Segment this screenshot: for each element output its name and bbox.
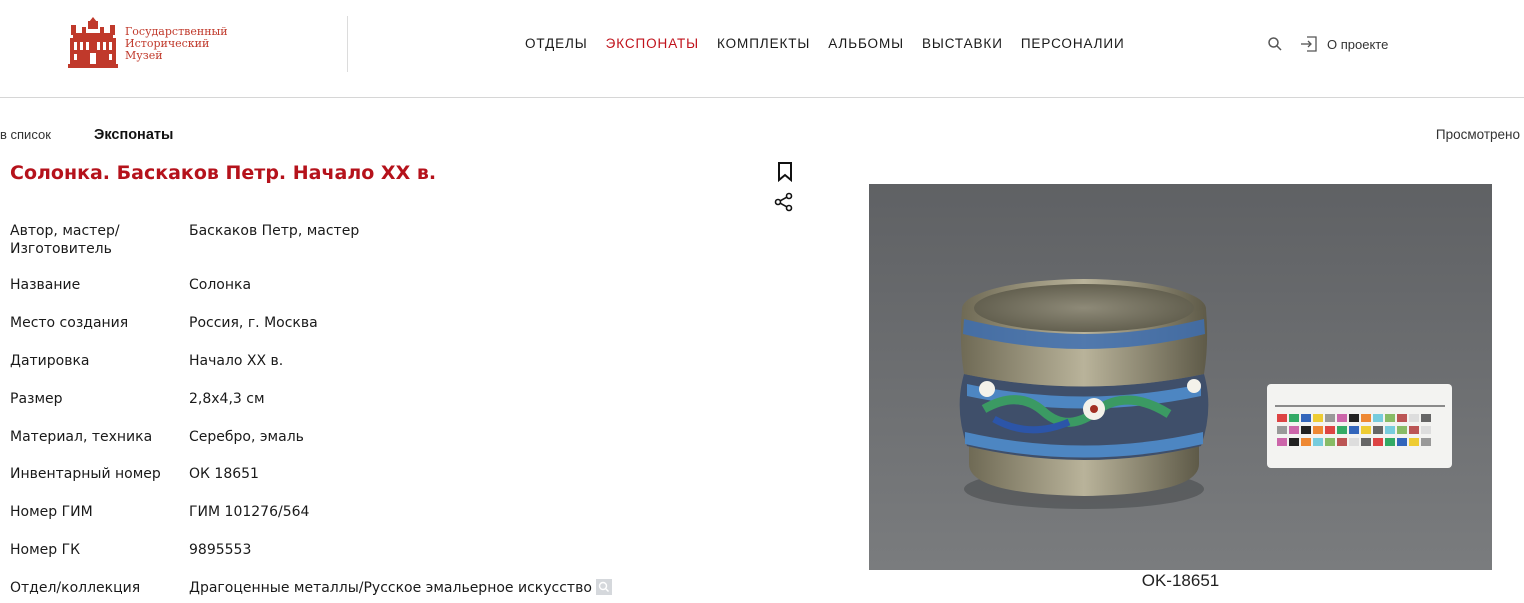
image-caption: OK-18651 — [1141, 571, 1220, 590]
property-value: ОК 18651 — [189, 466, 259, 482]
exhibit-photo[interactable] — [869, 184, 1492, 570]
property-value: Баскаков Петр, мастер — [189, 223, 360, 239]
property-value: Серебро, эмаль — [189, 429, 304, 445]
login-icon — [1301, 36, 1317, 52]
breadcrumb-current: Экспонаты — [94, 127, 174, 143]
property-value: Начало XX в. — [189, 353, 284, 369]
logo-line: Музей — [125, 49, 163, 62]
property-key: Датировка — [10, 353, 90, 369]
property-key: Название — [10, 277, 81, 293]
property-value: Россия, г. Москва — [189, 315, 318, 331]
nav-item-exhibits[interactable]: ЭКСПОНАТЫ — [606, 36, 699, 51]
property-key: Номер ГИМ — [10, 504, 93, 520]
property-key: Размер — [10, 391, 63, 407]
nav-item-exhibitions[interactable]: ВЫСТАВКИ — [922, 36, 1003, 51]
museum-building-icon — [68, 17, 118, 68]
back-to-list-link[interactable]: в список — [0, 127, 51, 142]
property-value: 9895553 — [189, 542, 252, 558]
property-key: Автор, мастер/ Изготовитель — [10, 223, 120, 257]
property-value: ГИМ 101276/564 — [189, 504, 310, 520]
property-key: Номер ГК — [10, 542, 81, 558]
nav-item-departments[interactable]: ОТДЕЛЫ — [525, 36, 588, 51]
property-key: Материал, техника — [10, 429, 153, 445]
property-key: Отдел/коллекция — [10, 580, 141, 596]
header-divider — [347, 16, 348, 72]
main-nav: ОТДЕЛЫ ЭКСПОНАТЫ КОМПЛЕКТЫ АЛЬБОМЫ ВЫСТА… — [525, 36, 1143, 51]
museum-logo[interactable]: Государственный Исторический Музей — [68, 16, 238, 72]
collection-link[interactable]: Драгоценные металлы/Русское эмальерное и… — [189, 580, 592, 596]
zoom-icon[interactable] — [595, 579, 612, 595]
search-icon[interactable] — [1267, 36, 1283, 52]
page-title: Солонка. Баскаков Петр. Начало XX в. — [10, 162, 437, 184]
property-value-collection: Драгоценные металлы/Русское эмальерное и… — [189, 579, 612, 597]
about-project-label: О проекте — [1327, 36, 1389, 52]
viewed-link[interactable]: Просмотрено — [1436, 127, 1520, 142]
nav-item-persons[interactable]: ПЕРСОНАЛИИ — [1021, 36, 1125, 51]
share-icon[interactable] — [774, 192, 794, 212]
salt-cellar-image — [869, 184, 1492, 570]
property-value: Солонка — [189, 277, 252, 293]
site-header: Государственный Исторический Музей ОТДЕЛ… — [0, 0, 1524, 98]
property-value: 2,8x4,3 см — [189, 391, 265, 407]
bookmark-icon[interactable] — [777, 162, 793, 183]
property-key: Инвентарный номер — [10, 466, 161, 482]
nav-item-albums[interactable]: АЛЬБОМЫ — [828, 36, 904, 51]
about-project-link[interactable]: О проекте — [1300, 35, 1388, 53]
logo-text: Государственный Исторический Музей — [125, 26, 228, 62]
property-key: Место создания — [10, 315, 129, 331]
nav-item-sets[interactable]: КОМПЛЕКТЫ — [717, 36, 810, 51]
